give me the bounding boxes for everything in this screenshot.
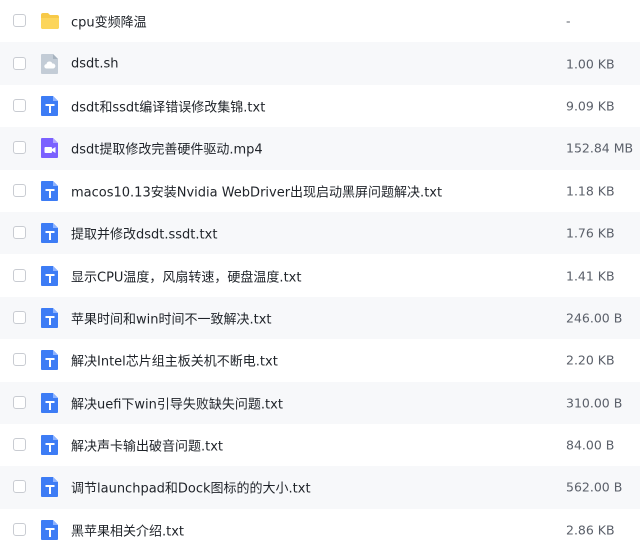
file-row[interactable]: 提取并修改dsdt.ssdt.txt 1.76 KB — [0, 211, 640, 255]
file-name[interactable]: 解决uefi下win引导失败缺失问题.txt — [71, 393, 283, 412]
file-name[interactable]: macos10.13安装Nvidia WebDriver出现启动黑屏问题解决.t… — [71, 181, 442, 200]
video-file-icon — [40, 137, 60, 159]
file-size: 246.00 B — [566, 310, 623, 326]
file-name[interactable]: dsdt.sh — [71, 56, 119, 71]
row-checkbox[interactable] — [13, 310, 26, 324]
row-checkbox[interactable] — [13, 56, 26, 70]
file-row[interactable]: 解决声卡输出破音问题.txt 84.00 B — [0, 424, 640, 466]
file-size: 1.41 KB — [566, 268, 615, 284]
file-size: 9.09 KB — [566, 98, 615, 114]
file-name[interactable]: 苹果时间和win时间不一致解决.txt — [71, 308, 272, 327]
file-size: 2.86 KB — [566, 522, 615, 538]
row-checkbox[interactable] — [13, 522, 26, 536]
row-checkbox[interactable] — [13, 480, 26, 494]
file-row[interactable]: dsdt提取修改完善硬件驱动.mp4 152.84 MB — [0, 127, 640, 170]
file-size: 84.00 B — [566, 437, 615, 453]
file-name[interactable]: 黑苹果相关介绍.txt — [71, 520, 184, 539]
file-size: 1.00 KB — [566, 56, 615, 72]
file-name[interactable]: dsdt和ssdt编译错误修改集锦.txt — [71, 96, 265, 115]
text-file-icon — [40, 476, 60, 498]
text-file-icon — [40, 307, 60, 329]
row-checkbox[interactable] — [13, 183, 26, 197]
text-file-icon — [40, 222, 60, 244]
row-checkbox[interactable] — [13, 98, 26, 112]
file-name[interactable]: 调节launchpad和Dock图标的的大小.txt — [71, 478, 311, 497]
text-file-icon — [40, 180, 60, 202]
file-row[interactable]: 解决uefi下win引导失败缺失问题.txt 310.00 B — [0, 381, 640, 424]
row-checkbox[interactable] — [13, 226, 26, 240]
file-row[interactable]: cpu变频降温 - — [0, 0, 640, 42]
text-file-icon — [40, 519, 60, 541]
file-row[interactable]: macos10.13安装Nvidia WebDriver出现启动黑屏问题解决.t… — [0, 170, 640, 212]
file-size: 562.00 B — [566, 479, 623, 495]
text-file-icon — [40, 265, 60, 287]
file-name[interactable]: dsdt提取修改完善硬件驱动.mp4 — [71, 139, 263, 158]
file-name[interactable]: 提取并修改dsdt.ssdt.txt — [71, 224, 217, 243]
row-checkbox[interactable] — [13, 395, 26, 409]
file-row[interactable]: dsdt.sh 1.00 KB — [0, 42, 640, 85]
file-size: 152.84 MB — [566, 140, 634, 156]
file-size: 1.76 KB — [566, 225, 615, 241]
row-checkbox[interactable] — [13, 353, 26, 367]
file-size: 2.20 KB — [566, 352, 615, 368]
row-checkbox[interactable] — [13, 438, 26, 452]
cloud-file-icon — [40, 53, 60, 75]
file-name[interactable]: 解决Intel芯片组主板关机不断电.txt — [71, 351, 278, 370]
file-name[interactable]: 显示CPU温度，风扇转速，硬盘温度.txt — [71, 266, 301, 285]
file-list: cpu变频降温 - dsdt.sh 1.00 KB dsdt和ssdt编译错误修… — [0, 0, 640, 545]
text-file-icon — [40, 95, 60, 117]
file-size: - — [566, 13, 571, 29]
file-size: 1.18 KB — [566, 183, 615, 199]
row-checkbox[interactable] — [13, 141, 26, 155]
file-row[interactable]: 苹果时间和win时间不一致解决.txt 246.00 B — [0, 296, 640, 340]
file-name[interactable]: 解决声卡输出破音问题.txt — [71, 436, 223, 455]
file-row[interactable]: 调节launchpad和Dock图标的的大小.txt 562.00 B — [0, 466, 640, 509]
text-file-icon — [40, 434, 60, 456]
file-row[interactable]: 显示CPU温度，风扇转速，硬盘温度.txt 1.41 KB — [0, 254, 640, 296]
file-size: 310.00 B — [566, 395, 623, 411]
text-file-icon — [40, 349, 60, 371]
row-checkbox[interactable] — [13, 14, 26, 28]
folder-icon — [40, 10, 60, 32]
text-file-icon — [40, 392, 60, 414]
row-checkbox[interactable] — [13, 268, 26, 282]
file-row[interactable]: dsdt和ssdt编译错误修改集锦.txt 9.09 KB — [0, 85, 640, 127]
file-name[interactable]: cpu变频降温 — [71, 12, 147, 31]
file-row[interactable]: 解决Intel芯片组主板关机不断电.txt 2.20 KB — [0, 339, 640, 381]
